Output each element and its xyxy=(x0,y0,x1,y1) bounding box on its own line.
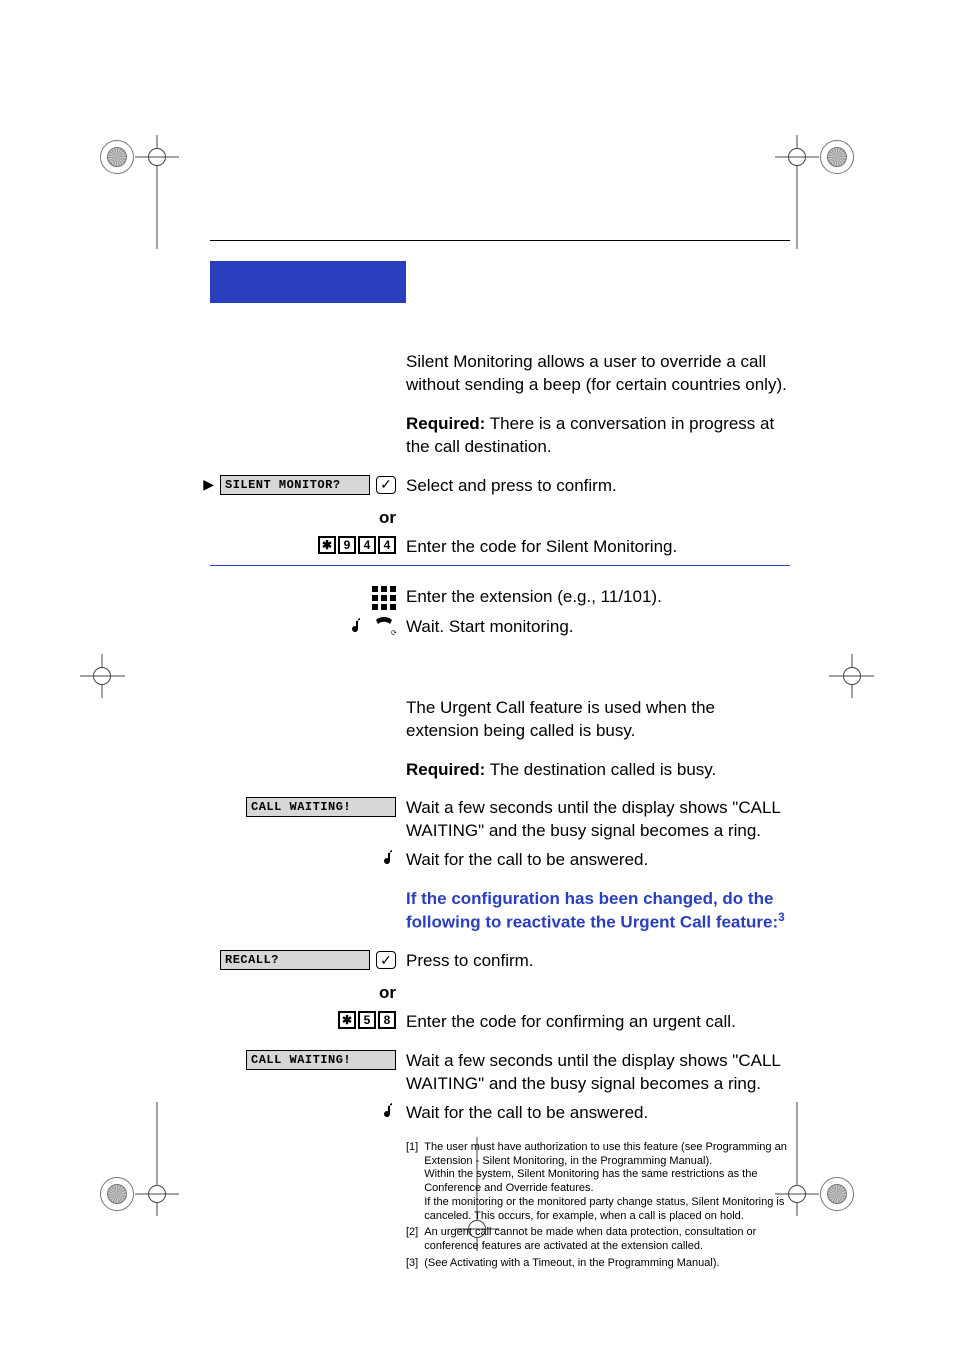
or-label: or xyxy=(379,508,396,528)
print-crosshair xyxy=(135,1172,179,1216)
key-digit: 5 xyxy=(358,1011,376,1029)
print-mark xyxy=(100,1177,134,1211)
code-text: Enter the code for Silent Monitoring. xyxy=(406,536,790,559)
key-digit: 4 xyxy=(358,536,376,554)
key-star: ✱ xyxy=(338,1011,356,1029)
confirm-icon: ✓ xyxy=(376,951,396,969)
or-label: or xyxy=(379,983,396,1003)
wait-answered-text: Wait for the call to be answered. xyxy=(406,1102,790,1125)
page-content: Silent Monitoring allows a user to overr… xyxy=(210,240,790,1280)
section-banner xyxy=(210,261,406,303)
music-note-icon xyxy=(348,617,364,640)
footnote-index: [1] xyxy=(406,1141,418,1224)
footnote-text: The user must have authorization to use … xyxy=(424,1141,790,1224)
urgent-call-intro: The Urgent Call feature is used when the… xyxy=(406,697,790,743)
keypad-icon xyxy=(372,586,396,610)
footnote-index: [3] xyxy=(406,1257,418,1271)
print-crosshair xyxy=(775,135,819,179)
key-digit: 8 xyxy=(378,1011,396,1029)
handset-icon: ⟳ xyxy=(372,616,396,641)
footnote-1: [1] The user must have authorization to … xyxy=(406,1141,790,1224)
lcd-display: CALL WAITING! xyxy=(246,1050,396,1070)
wait-answered-text: Wait for the call to be answered. xyxy=(406,849,790,872)
lcd-display: RECALL? xyxy=(220,950,370,970)
footnote-3: [3] (See Activating with a Timeout, in t… xyxy=(406,1257,790,1271)
wait-start-text: Wait. Start monitoring. xyxy=(406,616,790,639)
section-divider xyxy=(210,565,790,566)
footnote-text: An urgent call cannot be made when data … xyxy=(424,1226,790,1254)
code-keys: ✱ 5 8 xyxy=(338,1011,396,1029)
footnotes: [1] The user must have authorization to … xyxy=(406,1141,790,1274)
confirm-icon: ✓ xyxy=(376,476,396,494)
urgent-call-required: Required: The destination called is busy… xyxy=(406,759,790,782)
footnote-ref: 3 xyxy=(778,910,785,924)
print-crosshair xyxy=(80,654,124,698)
silent-monitoring-required: Required: There is a conversation in pro… xyxy=(406,413,790,459)
play-icon: ▶ xyxy=(203,476,214,493)
footnote-text: (See Activating with a Timeout, in the P… xyxy=(424,1257,719,1271)
config-changed-heading: If the configuration has been changed, d… xyxy=(406,888,790,934)
enter-extension-text: Enter the extension (e.g., 11/101). xyxy=(406,586,790,609)
lcd-display: CALL WAITING! xyxy=(246,797,396,817)
select-confirm-text: Select and press to confirm. xyxy=(406,475,790,498)
required-label: Required: xyxy=(406,414,485,433)
music-note-icon xyxy=(380,849,396,872)
key-star: ✱ xyxy=(318,536,336,554)
print-mark xyxy=(100,140,134,174)
silent-monitoring-intro: Silent Monitoring allows a user to overr… xyxy=(406,351,790,397)
wait-display-text: Wait a few seconds until the display sho… xyxy=(406,797,790,843)
required-label: Required: xyxy=(406,760,485,779)
print-mark xyxy=(820,140,854,174)
music-note-icon xyxy=(380,1102,396,1125)
press-confirm-text: Press to confirm. xyxy=(406,950,790,973)
lcd-display: SILENT MONITOR? xyxy=(220,475,370,495)
print-crosshair xyxy=(830,654,874,698)
code-text: Enter the code for confirming an urgent … xyxy=(406,1011,790,1034)
print-crosshair xyxy=(135,135,179,179)
footnote-index: [2] xyxy=(406,1226,418,1254)
lcd-prompt-row: ▶ SILENT MONITOR? ✓ xyxy=(203,475,396,495)
wait-display-text: Wait a few seconds until the display sho… xyxy=(406,1050,790,1096)
code-keys: ✱ 9 4 4 xyxy=(318,536,396,554)
print-mark xyxy=(820,1177,854,1211)
key-digit: 9 xyxy=(338,536,356,554)
lcd-prompt-row: RECALL? ✓ xyxy=(220,950,396,970)
svg-text:⟳: ⟳ xyxy=(391,630,396,636)
required-text: The destination called is busy. xyxy=(485,760,716,779)
key-digit: 4 xyxy=(378,536,396,554)
footnote-2: [2] An urgent call cannot be made when d… xyxy=(406,1226,790,1254)
